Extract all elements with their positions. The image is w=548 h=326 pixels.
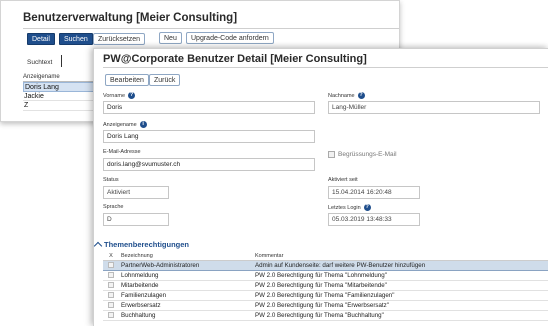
checkbox-icon[interactable] [108, 261, 114, 268]
user-list-item[interactable]: Jackie [23, 92, 99, 101]
display-name-label: Anzeigename i [103, 121, 147, 128]
activated-since-field[interactable]: 15.04.2014 16:20:48 [328, 186, 420, 199]
info-icon[interactable]: ? [363, 204, 371, 211]
info-icon[interactable]: ? [128, 92, 136, 99]
permission-comment: PW 2.0 Berechtigung für Thema "Buchhaltu… [253, 310, 548, 321]
permission-name: Erwerbsersatz [119, 300, 253, 311]
welcome-email-checkbox[interactable]: Begrüssungs-E-Mail [328, 151, 397, 158]
email-label-text: E-Mail-Adresse [103, 149, 141, 155]
search-button[interactable]: Suchen [59, 33, 93, 45]
permission-comment: Admin auf Kundenseite: darf weitere PW-B… [253, 259, 548, 271]
checkbox-icon[interactable] [108, 311, 114, 318]
table-row[interactable]: Mitarbeitende PW 2.0 Berechtigung für Th… [103, 280, 548, 291]
table-row[interactable]: Familienzulagen PW 2.0 Berechtigung für … [103, 290, 548, 301]
detail-button[interactable]: Detail [27, 33, 55, 45]
table-row[interactable]: Buchhaltung PW 2.0 Berechtigung für Them… [103, 310, 548, 321]
permission-comment: PW 2.0 Berechtigung für Thema "Erwerbser… [253, 300, 548, 311]
last-login-label: Letztes Login ? [328, 204, 371, 211]
column-header-comment[interactable]: Kommentar [253, 252, 548, 261]
checkbox-icon[interactable] [108, 271, 114, 278]
display-name-label-text: Anzeigename [103, 121, 137, 128]
welcome-email-label: Begrüssungs-E-Mail [338, 151, 397, 158]
permissions-table: X Bezeichnung Kommentar PartnerWeb-Admin… [103, 252, 548, 321]
permissions-section-title: Themenberechtigungen [104, 240, 190, 249]
last-login-label-text: Letztes Login [328, 204, 361, 211]
title-divider [23, 28, 399, 29]
permission-name: Mitarbeitende [119, 280, 253, 291]
checkbox-icon[interactable] [108, 281, 114, 288]
column-header-name[interactable]: Bezeichnung [119, 252, 253, 261]
language-label-text: Sprache [103, 204, 124, 210]
activated-since-label: Aktiviert seit [328, 177, 358, 183]
checkbox-icon[interactable] [108, 291, 114, 298]
table-row[interactable]: PartnerWeb-Administratoren Admin auf Kun… [103, 259, 548, 271]
user-detail-dialog: PW@Corporate Benutzer Detail [Meier Cons… [93, 48, 548, 326]
dialog-title-divider [103, 67, 548, 68]
back-button[interactable]: Zurück [149, 74, 181, 86]
language-field[interactable]: D [103, 213, 169, 226]
column-header-check[interactable]: X [103, 252, 119, 261]
permission-comment: PW 2.0 Berechtigung für Thema "Familienz… [253, 290, 548, 301]
language-label: Sprache [103, 204, 124, 210]
upgrade-code-button[interactable]: Upgrade-Code anfordern [186, 32, 274, 44]
row-checkbox-cell[interactable] [103, 290, 119, 301]
last-login-field[interactable]: 05.03.2019 13:48:33 [328, 213, 420, 226]
row-checkbox-cell[interactable] [103, 310, 119, 321]
permissions-header-row: X Bezeichnung Kommentar [103, 252, 548, 261]
permission-name: Familienzulagen [119, 290, 253, 301]
permissions-section-toggle[interactable]: Themenberechtigungen [93, 240, 190, 251]
permission-name: Buchhaltung [119, 310, 253, 321]
email-field[interactable]: doris.lang@svumuster.ch [103, 158, 315, 171]
first-name-label: Vorname ? [103, 92, 136, 99]
display-name-field[interactable]: Doris Lang [103, 130, 315, 143]
first-name-field[interactable]: Doris [103, 101, 315, 114]
user-list-header: Anzeigename [23, 73, 99, 82]
edit-button[interactable]: Bearbeiten [105, 74, 149, 86]
checkbox-icon[interactable] [328, 151, 335, 158]
row-checkbox-cell[interactable] [103, 259, 119, 271]
dialog-title: PW@Corporate Benutzer Detail [Meier Cons… [103, 53, 367, 65]
status-field[interactable]: Aktiviert [103, 186, 169, 199]
status-label: Status [103, 177, 119, 183]
table-row[interactable]: Erwerbsersatz PW 2.0 Berechtigung für Th… [103, 300, 548, 311]
user-list-item[interactable]: Z [23, 101, 99, 111]
search-label: Suchtext [27, 59, 53, 66]
new-button[interactable]: Neu [159, 32, 182, 44]
table-row[interactable]: Lohnmeldung PW 2.0 Berechtigung für Them… [103, 270, 548, 281]
row-checkbox-cell[interactable] [103, 300, 119, 311]
status-label-text: Status [103, 177, 119, 183]
first-name-label-text: Vorname [103, 92, 126, 99]
user-list: Anzeigename Doris Lang Jackie Z [23, 73, 99, 111]
permission-name: PartnerWeb-Administratoren [119, 259, 253, 271]
last-name-field[interactable]: Lang-Müller [328, 101, 540, 114]
user-list-item[interactable]: Doris Lang [23, 82, 99, 92]
activated-since-label-text: Aktiviert seit [328, 177, 358, 183]
permission-name: Lohnmeldung [119, 270, 253, 281]
last-name-label: Nachname ? [328, 92, 365, 99]
permission-comment: PW 2.0 Berechtigung für Thema "Mitarbeit… [253, 280, 548, 291]
permission-comment: PW 2.0 Berechtigung für Thema "Lohnmeldu… [253, 270, 548, 281]
chevron-up-icon [93, 241, 103, 251]
checkbox-icon[interactable] [108, 301, 114, 308]
row-checkbox-cell[interactable] [103, 280, 119, 291]
row-checkbox-cell[interactable] [103, 270, 119, 281]
last-name-label-text: Nachname [328, 92, 355, 99]
info-icon[interactable]: ? [357, 92, 365, 99]
email-label: E-Mail-Adresse [103, 149, 141, 155]
user-management-title: Benutzerverwaltung [Meier Consulting] [23, 12, 238, 24]
info-icon[interactable]: i [139, 121, 147, 128]
reset-button[interactable]: Zurücksetzen [93, 33, 146, 45]
